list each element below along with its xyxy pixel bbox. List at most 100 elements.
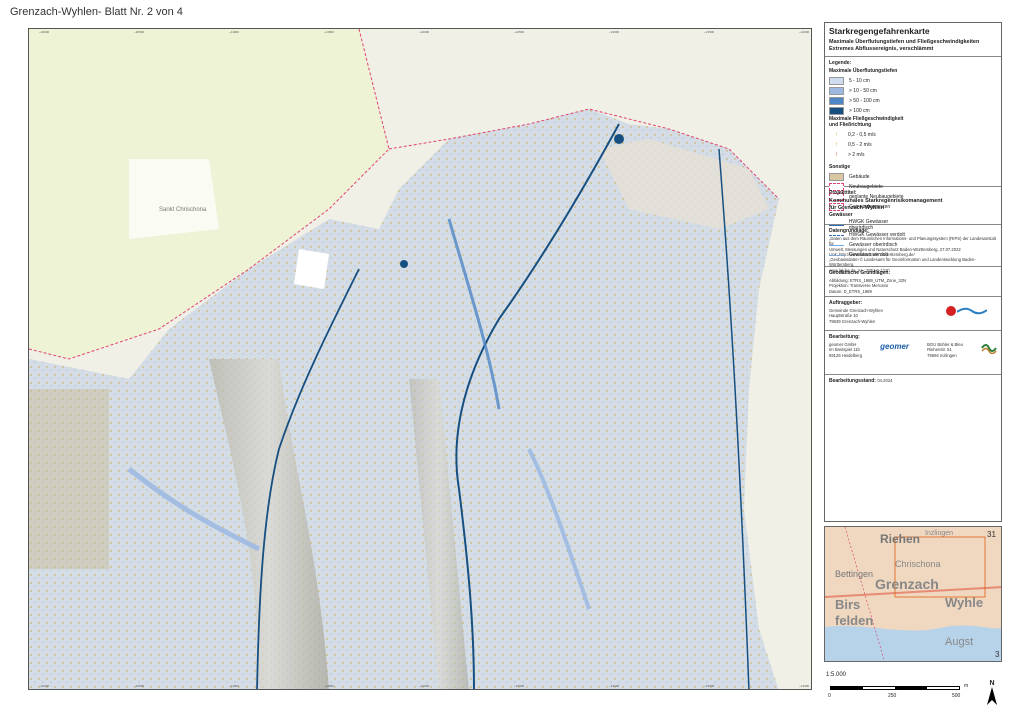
water-heading: Gewässer (829, 212, 853, 218)
project-heading: Projekttitel: (829, 190, 857, 196)
other-heading: Sonstige (829, 164, 851, 170)
water-item-0: HWGK Gewässer oberirdisch (829, 219, 913, 231)
map-tick-top: ~12500 (514, 30, 525, 34)
depth-swatch (829, 77, 844, 85)
contractor-2-line-2: 79594 Inzlingen (927, 352, 957, 358)
scale-ratio: 1:5.000 (826, 672, 847, 678)
north-arrow: N (985, 680, 999, 710)
inset-label-felden: felden (835, 613, 873, 628)
data-basis-section: Datengrundlage: „Daten aus dem Räumliche… (825, 225, 1001, 273)
depth-heading: Maximale Überflutungstiefen (829, 68, 898, 74)
inset-label-chrischona: Chrischona (895, 559, 941, 569)
sheet-title: Grenzach-Wyhlen- Blatt Nr. 2 von 4 (10, 6, 183, 18)
client-line-2: 79639 Grenzach-Wyhlen (829, 318, 876, 324)
contractor-section: Bearbeitung: geomer GmbH Im Breitspiel 11… (825, 331, 1001, 375)
arrow-up-icon: ↑ (835, 152, 838, 158)
depth-class-1-label: > 10 - 50 cm (849, 88, 877, 94)
village-area (29, 389, 109, 569)
other-item-0: Gebäude (829, 172, 913, 182)
velocity-legend: Maximale Fließgeschwindigkeit und Fließr… (829, 116, 913, 160)
project-title-1: Kommunales Starkregenrisikomanagement (829, 198, 943, 204)
geodetic-section: Geodätische Grundlagen: Abbildung: ETRS_… (825, 267, 1001, 297)
project-title-2: für Grenzach-Wyhlen (829, 205, 885, 211)
map-view[interactable]: Sankt Chrischona ~10000 ~10500 ~11000 ~1150… (28, 28, 812, 690)
map-tick-top: ~14000 (799, 30, 810, 34)
velocity-class-1-label: 0,5 - 2 m/s (848, 142, 872, 148)
depth-class-3-label: > 100 cm (849, 108, 870, 114)
building-cluster (294, 249, 329, 289)
scale-tick-500: 500 (952, 693, 961, 699)
legend-title: Starkregengefahrenkarte (829, 26, 930, 36)
north-label: N (989, 680, 995, 687)
geomer-logo: geomer (880, 342, 910, 351)
client-section: Auftraggeber: Gemeinde Grenzach-Wyhlen Ha… (825, 297, 1001, 331)
place-label: Sankt Chrischona (159, 207, 207, 213)
map-tick-bottom: ~13500 (704, 684, 715, 688)
depth-class-2-label: > 50 - 100 cm (849, 98, 880, 104)
depth-swatch (829, 107, 844, 115)
map-canvas[interactable]: Sankt Chrischona (29, 29, 812, 690)
date-section: Bearbeitungsstand: 04.2024 (825, 375, 1001, 387)
map-tick-bottom: ~12500 (514, 684, 525, 688)
depth-swatch (829, 87, 844, 95)
map-tick-top: ~13000 (609, 30, 620, 34)
overview-map[interactable]: Riehen Bettingen Grenzach Wyhle Birs fel… (824, 526, 1002, 662)
overview-canvas: Riehen Bettingen Grenzach Wyhle Birs fel… (825, 527, 1001, 661)
map-tick-top: ~10500 (134, 30, 145, 34)
depth-class-0-label: 5 - 10 cm (849, 78, 870, 84)
inset-label-grenzach: Grenzach (875, 576, 939, 592)
geo-line-2: Datum: D_ETRS_1989 (829, 288, 872, 294)
other-item-0-label: Gebäude (849, 174, 870, 180)
other-swatch (829, 173, 844, 181)
map-tick-bottom: ~12000 (419, 684, 430, 688)
inset-label-augst: Augst (945, 636, 973, 648)
water-line-icon (829, 251, 844, 259)
water-line-icon (829, 221, 844, 229)
pond-2 (400, 260, 408, 268)
legend-header: Starkregengefahrenkarte Maximale Überflu… (825, 23, 1001, 57)
map-tick-top: ~11500 (324, 30, 334, 34)
depth-class-2: > 50 - 100 cm (829, 96, 913, 106)
legend-body: Legende: Maximale Überflutungstiefen 5 -… (825, 57, 1001, 258)
legend-label: Legende: (829, 60, 852, 66)
date-heading: Bearbeitungsstand: (829, 378, 876, 384)
depth-swatch (829, 97, 844, 105)
water-line-icon (829, 231, 844, 239)
scale-bar-graphic (830, 686, 960, 690)
date-value: 04.2024 (877, 378, 893, 383)
map-tick-bottom: ~13000 (609, 684, 620, 688)
inset-label-inzlingen: Inzlingen (925, 530, 953, 537)
cleared-area (129, 159, 219, 239)
inset-sheet-number-2: 3 (995, 650, 1000, 659)
inset-label-birs: Birs (835, 597, 860, 612)
velocity-class-0: ↑ 0,2 - 0,5 m/s (829, 130, 913, 140)
scale-tick-0: 0 (828, 693, 831, 699)
map-tick-top: ~10000 (39, 30, 50, 34)
depth-class-1: > 10 - 50 cm (829, 86, 913, 96)
inset-label-wyhlen: Wyhle (945, 595, 983, 610)
wave-logo-icon (956, 307, 988, 315)
inset-label-bettingen: Bettingen (835, 569, 873, 579)
map-tick-bottom: ~11500 (324, 684, 334, 688)
water-line-icon (829, 241, 844, 249)
bgu-logo-icon (981, 344, 997, 354)
velocity-heading-2: und Fließrichtung (829, 122, 872, 128)
basis-heading: Datengrundlage: (829, 228, 869, 234)
map-tick-bottom: ~10000 (39, 684, 50, 688)
scale-tick-250: 250 (888, 693, 897, 699)
map-tick-top: ~13500 (704, 30, 715, 34)
map-tick-bottom: ~14000 (799, 684, 810, 688)
map-tick-top: ~11000 (229, 30, 239, 34)
pond-1 (614, 134, 624, 144)
contractor-2: BGU Bühler & Bleu Riehenstr. 51 79594 Inzl… (927, 342, 963, 358)
map-tick-bottom: ~10500 (134, 684, 145, 688)
velocity-class-0-label: 0,2 - 0,5 m/s (848, 132, 876, 138)
velocity-class-1: ↑ 0,5 - 2 m/s (829, 140, 913, 150)
depth-legend: Maximale Überflutungstiefen 5 - 10 cm > 1… (829, 68, 913, 116)
scale-bar: 1:5.000 0 250 500 m (826, 672, 976, 712)
legend-subtitle-1: Maximale Überflutungstiefen und Fließges… (829, 39, 980, 45)
map-tick-bottom: ~11000 (229, 684, 239, 688)
velocity-class-2: ↑ > 2 m/s (829, 150, 913, 160)
contractor-heading: Bearbeitung: (829, 334, 860, 340)
municipality-logo-icon (945, 306, 956, 316)
